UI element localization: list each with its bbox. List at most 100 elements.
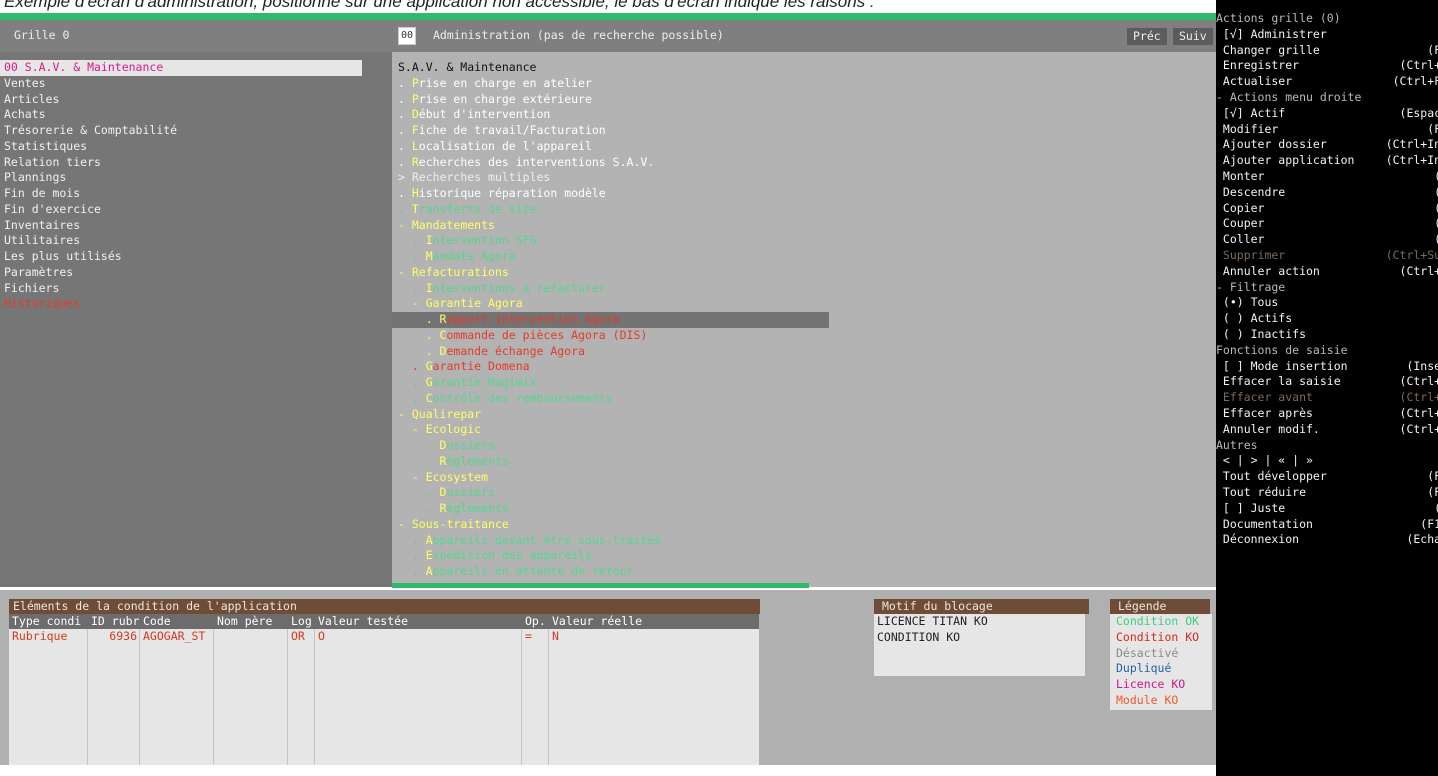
left-menu-item[interactable]: Achats	[0, 107, 392, 123]
action-item[interactable]: < | > | « | »	[1216, 453, 1438, 469]
tree-item-label: ommande de pièces Agora (DIS)	[446, 327, 648, 342]
tree-item-prefix: .	[398, 138, 412, 153]
tree-item-prefix: -	[398, 217, 412, 232]
tree-item[interactable]: . Appareils en attente de retour	[392, 564, 1216, 580]
tree-item-hotkey: G	[425, 375, 433, 389]
tree-item[interactable]: - Ecologic	[392, 422, 1216, 438]
action-item[interactable]: Enregistrer (Ctrl+S	[1216, 58, 1438, 74]
action-item[interactable]: Ajouter application (Ctrl+Ins	[1216, 153, 1438, 169]
tree-item[interactable]: . Historique réparation modèle	[392, 186, 1216, 202]
action-shortcut: (Ctrl+U	[1399, 390, 1438, 405]
action-item[interactable]: Tout réduire (F8	[1216, 485, 1438, 501]
tree-item[interactable]: . Commande de pièces Agora (DIS)	[392, 328, 1216, 344]
action-item[interactable]: Changer grille (F2	[1216, 43, 1438, 59]
action-item[interactable]: [√] Administrer	[1216, 27, 1438, 43]
tree-item[interactable]: . Mandats Agora	[392, 249, 1216, 265]
tree-item[interactable]: . Contrôle des remboursements	[392, 391, 1216, 407]
action-item[interactable]: Annuler action (Ctrl+Z	[1216, 264, 1438, 280]
action-item[interactable]: Coller (V	[1216, 232, 1438, 248]
left-menu-item[interactable]: Inventaires	[0, 218, 392, 234]
left-menu-item[interactable]: Ventes	[0, 76, 392, 92]
tree-item[interactable]: - Ecosystem	[392, 470, 1216, 486]
table-cell: OR	[291, 629, 305, 643]
tree-item[interactable]: . Garantie Magimix	[392, 375, 1216, 391]
left-menu-item[interactable]: Articles	[0, 92, 392, 108]
tree-item[interactable]: . Règlements	[392, 501, 1216, 517]
tree-item[interactable]: . Prise en charge en atelier	[392, 76, 1216, 92]
legend-item: Licence KO	[1116, 677, 1186, 691]
tree-item[interactable]: - Sous-traitance	[392, 517, 1216, 533]
left-menu-item[interactable]: Relation tiers	[0, 155, 392, 171]
left-menu-item[interactable]: Utilitaires	[0, 233, 392, 249]
tree-item[interactable]: . Fiche de travail/Facturation	[392, 123, 1216, 139]
action-item[interactable]: Couper (X	[1216, 216, 1438, 232]
tree-item[interactable]: . Appareils devant être sous-traités	[392, 533, 1216, 549]
action-item[interactable]: ( ) Actifs	[1216, 311, 1438, 327]
left-menu-item[interactable]: Statistiques	[0, 139, 392, 155]
left-menu-item[interactable]: Fin d'exercice	[0, 202, 392, 218]
tree-item[interactable]: - Qualirepar	[392, 407, 1216, 423]
left-menu-item[interactable]: Historiques	[0, 296, 392, 312]
left-menu-item[interactable]: Paramètres	[0, 265, 392, 281]
tree-item[interactable]: . Intervention SFG	[392, 233, 1216, 249]
action-item[interactable]: Effacer après (Ctrl+K	[1216, 406, 1438, 422]
tree-item[interactable]: . Recherches des interventions S.A.V.	[392, 155, 1216, 171]
action-item[interactable]: Supprimer (Ctrl+Sup	[1216, 248, 1438, 264]
tree-item[interactable]: - Refacturations	[392, 265, 1216, 281]
motif-line: CONDITION KO	[877, 629, 961, 644]
action-label: [√] Actif	[1216, 105, 1286, 120]
action-item[interactable]: Modifier (F1	[1216, 122, 1438, 138]
tree-item[interactable]: . Demande échange Agora	[392, 344, 1216, 360]
action-item[interactable]: Ajouter dossier (Ctrl+Ins	[1216, 137, 1438, 153]
action-item[interactable]: Actualiser (Ctrl+F5	[1216, 74, 1438, 90]
tree-item[interactable]: . Début d'intervention	[392, 107, 1216, 123]
tree-item[interactable]: . Transferts de site	[392, 202, 1216, 218]
tree-item[interactable]: . Règlements	[392, 454, 1216, 470]
tree-item[interactable]: . Interventions à refacturer	[392, 281, 1216, 297]
conditions-table: Type condi ID rubr Code Nom père Log Valeur t…	[9, 614, 759, 765]
action-item[interactable]: Documentation (F12	[1216, 517, 1438, 533]
action-item[interactable]: [√] Actif (Espace	[1216, 106, 1438, 122]
action-item[interactable]: Monter (M	[1216, 169, 1438, 185]
action-label: ( ) Inactifs	[1216, 326, 1307, 341]
tree-item[interactable]: > Recherches multiples	[392, 170, 1216, 186]
tree-item[interactable]: . Rapport intervention Agora	[392, 312, 829, 328]
tree-item-prefix: .	[398, 453, 440, 468]
left-menu-item[interactable]: Fichiers	[0, 281, 392, 297]
action-item[interactable]: Effacer la saisie (Ctrl+Y	[1216, 374, 1438, 390]
tree-item[interactable]: . Localisation de l'appareil	[392, 139, 1216, 155]
action-item[interactable]: Descendre (D	[1216, 185, 1438, 201]
action-label: [√] Administrer	[1216, 26, 1327, 41]
left-menu-item[interactable]: Plannings	[0, 170, 392, 186]
tree-item[interactable]: . Garantie Domena	[392, 359, 1216, 375]
tree-scroll-indicator[interactable]	[392, 583, 809, 588]
tree-item[interactable]: . Expédition des appareils	[392, 548, 1216, 564]
action-item[interactable]: Effacer avant (Ctrl+U	[1216, 390, 1438, 406]
left-menu-item[interactable]: Trésorerie & Comptabilité	[0, 123, 392, 139]
action-shortcut: (.	[1434, 501, 1438, 517]
left-menu-item[interactable]: 00 S.A.V. & Maintenance	[0, 60, 362, 76]
tree-item[interactable]: - Garantie Agora	[392, 296, 1216, 312]
table-cell: O	[318, 629, 325, 643]
action-item[interactable]: [ ] Juste (.	[1216, 501, 1438, 517]
tree-item-label: ontrôle des remboursements	[432, 390, 613, 405]
action-label: Copier	[1216, 200, 1265, 215]
tree-item[interactable]: - Mandatements	[392, 218, 1216, 234]
action-shortcut: (F12	[1420, 516, 1438, 531]
action-item[interactable]: ( ) Inactifs	[1216, 327, 1438, 343]
action-item[interactable]: (•) Tous	[1216, 295, 1438, 311]
action-item[interactable]: Annuler modif. (Ctrl+Z	[1216, 422, 1438, 438]
left-menu-item[interactable]: Les plus utilisés	[0, 249, 392, 265]
tree-item[interactable]: . Prise en charge extérieure	[392, 92, 1216, 108]
tree-item[interactable]: . Dossiers	[392, 438, 1216, 454]
tree-item[interactable]: . Dossiers	[392, 485, 1216, 501]
action-item[interactable]: Déconnexion (Echap	[1216, 532, 1438, 548]
action-item[interactable]: Tout développer (F7	[1216, 469, 1438, 485]
left-menu-item[interactable]: Fin de mois	[0, 186, 392, 202]
action-item[interactable]: Copier (C	[1216, 201, 1438, 217]
next-button[interactable]: Suiv	[1173, 28, 1213, 45]
legend-title: Légende	[1110, 599, 1210, 614]
tree-item[interactable]: S.A.V. & Maintenance	[392, 60, 1216, 76]
action-item[interactable]: [ ] Mode insertion (Inser	[1216, 359, 1438, 375]
prev-button[interactable]: Préc	[1127, 28, 1167, 45]
